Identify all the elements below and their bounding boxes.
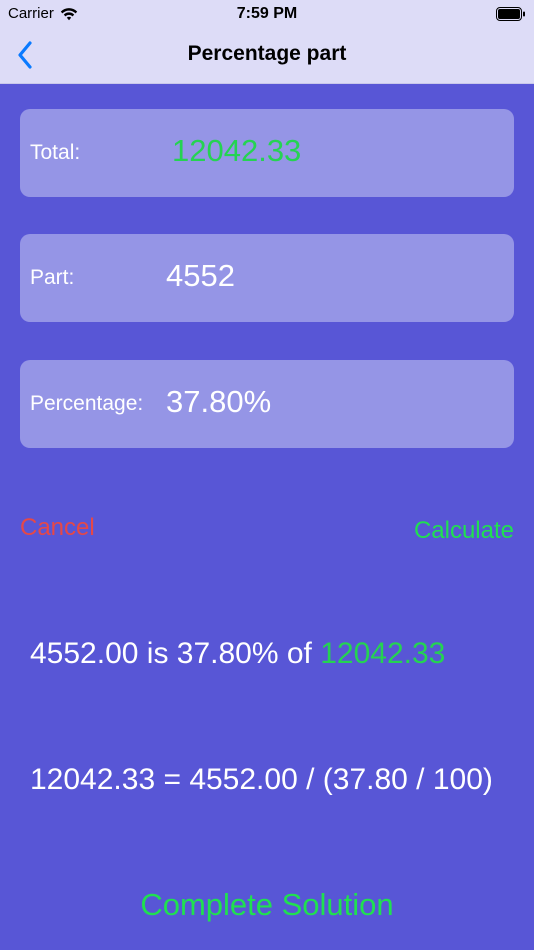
status-time: 7:59 PM bbox=[236, 5, 298, 22]
result-statement: 4552.00 is 37.80% of 12042.33 bbox=[30, 637, 445, 671]
total-label: Total: bbox=[30, 141, 81, 164]
percentage-field-card[interactable]: Percentage: 37.80% bbox=[20, 360, 514, 448]
cancel-button[interactable]: Cancel bbox=[20, 514, 95, 542]
percentage-input[interactable]: 37.80% bbox=[166, 384, 271, 420]
result-statement-text: 4552.00 is 37.80% of bbox=[30, 637, 321, 670]
navigation-bar: Percentage part bbox=[0, 30, 534, 80]
part-field-card[interactable]: Part: 4552 bbox=[20, 234, 514, 322]
percentage-label: Percentage: bbox=[30, 392, 144, 415]
total-field-card[interactable]: Total: 12042.33 bbox=[20, 109, 514, 197]
part-label: Part: bbox=[30, 266, 75, 289]
page-title: Percentage part bbox=[187, 42, 347, 65]
result-formula: 12042.33 = 4552.00 / (37.80 / 100) bbox=[30, 763, 493, 796]
calculate-button[interactable]: Calculate bbox=[414, 517, 514, 545]
part-input[interactable]: 4552 bbox=[166, 258, 235, 294]
battery-icon bbox=[496, 7, 525, 21]
top-area: Carrier 7:59 PM Percentage part bbox=[0, 0, 534, 84]
result-total-highlight: 12042.33 bbox=[320, 637, 446, 670]
complete-solution-button[interactable]: Complete Solution bbox=[0, 887, 534, 923]
total-input[interactable]: 12042.33 bbox=[172, 133, 301, 169]
status-bar: Carrier 7:59 PM bbox=[0, 0, 534, 28]
